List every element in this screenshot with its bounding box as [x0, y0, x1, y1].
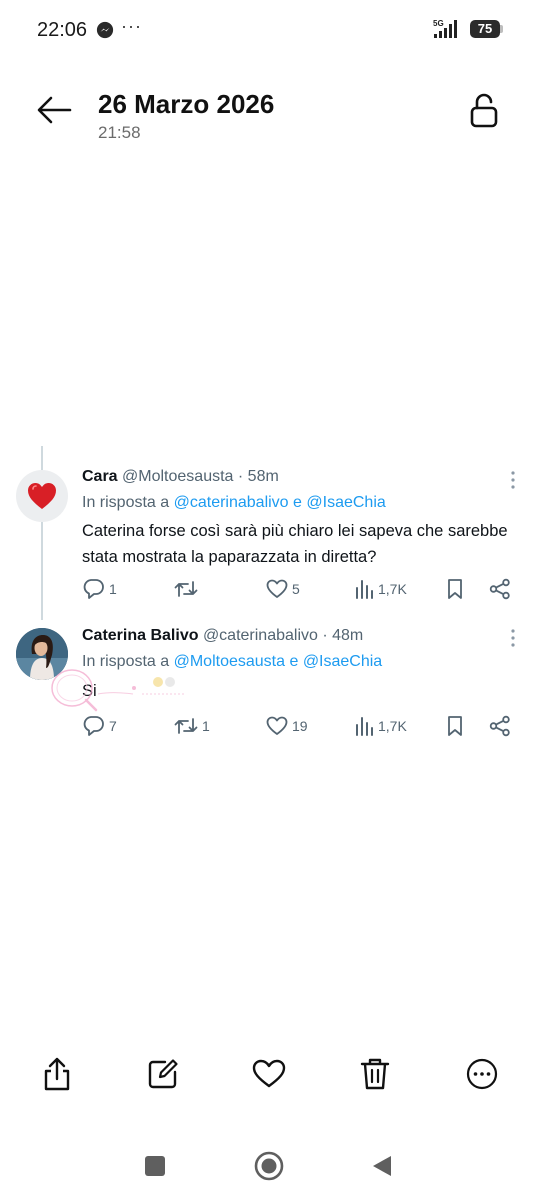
views-chart-icon [356, 580, 373, 599]
share-button[interactable] [488, 576, 512, 602]
nav-back-button[interactable] [364, 1148, 400, 1184]
heart-outline-icon [266, 579, 288, 598]
page-subtitle-time: 21:58 [98, 123, 141, 142]
more-vertical-icon[interactable] [506, 470, 520, 490]
status-bar: 22:06 ··· 5G 75 [0, 0, 539, 60]
mention-link[interactable]: @IsaeChia [306, 494, 385, 511]
reply-icon [83, 579, 104, 599]
views-button[interactable]: 1,7K [354, 576, 407, 602]
recents-button[interactable] [137, 1148, 173, 1184]
mention-link[interactable]: @Moltoesausta [174, 653, 285, 670]
views-button[interactable]: 1,7K [354, 713, 407, 739]
more-vertical-icon[interactable] [506, 628, 520, 648]
retweet-icon [174, 581, 198, 597]
author-name[interactable]: Caterina Balivo [82, 627, 198, 644]
battery-level: 75 [477, 21, 493, 36]
tweet-text: Caterina forse così sarà più chiaro lei … [82, 522, 508, 566]
reply-button[interactable]: 7 [83, 713, 117, 739]
views-count: 1,7K [378, 718, 407, 734]
like-count: 5 [292, 581, 300, 597]
more-circle-icon [466, 1058, 498, 1090]
author-handle[interactable]: @Moltoesausta [122, 468, 233, 485]
author-handle[interactable]: @caterinabalivo [203, 627, 318, 644]
heart-icon [252, 1059, 286, 1088]
mention-link[interactable]: @IsaeChia [303, 653, 382, 670]
retweet-icon [174, 718, 198, 734]
messenger-icon [96, 21, 114, 39]
retweet-button[interactable]: 1 [174, 713, 210, 739]
favorite-button[interactable] [247, 1052, 291, 1096]
share-nodes-icon [489, 578, 510, 600]
recents-square-icon [145, 1156, 165, 1176]
tweet-actions: 1 5 1,7K [0, 576, 539, 602]
bookmark-button[interactable] [445, 713, 465, 739]
unlock-icon [470, 93, 498, 128]
more-button[interactable] [460, 1052, 504, 1096]
lock-button[interactable] [467, 92, 501, 130]
reply-separator: e [288, 494, 307, 511]
bottom-toolbar [0, 1052, 539, 1100]
back-triangle-icon [373, 1156, 391, 1176]
system-navigation-bar [0, 1140, 539, 1190]
back-button[interactable] [34, 92, 74, 128]
edit-button[interactable] [141, 1052, 185, 1096]
reply-separator: e [285, 653, 303, 670]
page-title: 26 Marzo 2026 [98, 89, 275, 119]
tweet-time: · 48m [322, 627, 364, 644]
reply-prefix: In risposta a [82, 494, 174, 511]
like-button[interactable]: 19 [266, 713, 308, 739]
home-circle-icon [254, 1151, 284, 1181]
bookmark-button[interactable] [445, 576, 465, 602]
delete-button[interactable] [353, 1052, 397, 1096]
bookmark-icon [448, 716, 462, 736]
home-button[interactable] [251, 1148, 287, 1184]
tweet-time: · 58m [237, 468, 279, 485]
views-chart-icon [356, 717, 373, 736]
battery-icon: 75 [470, 20, 504, 38]
trash-icon [360, 1058, 390, 1090]
share-icon [44, 1057, 70, 1091]
bookmark-icon [448, 579, 462, 599]
network-label: 5G [433, 19, 444, 28]
reply-button[interactable]: 1 [83, 576, 117, 602]
author-name[interactable]: Cara [82, 468, 118, 485]
status-time: 22:06 [37, 19, 88, 41]
heart-outline-icon [266, 716, 288, 735]
share-nodes-icon [489, 715, 510, 737]
views-count: 1,7K [378, 581, 407, 597]
tweet-actions: 7 1 19 1,7K [0, 713, 539, 739]
heart-emoji-icon [28, 483, 56, 509]
reply-count: 7 [109, 718, 117, 734]
like-count: 19 [292, 718, 308, 734]
reply-count: 1 [109, 581, 117, 597]
retweet-count: 1 [202, 718, 210, 734]
arrow-left-icon [37, 96, 72, 124]
status-more-indicator: ··· [121, 16, 142, 36]
tweet-header: Cara @Moltoesausta · 58m [82, 468, 279, 486]
avatar[interactable] [16, 470, 68, 522]
reply-context: In risposta a @caterinabalivo e @IsaeChi… [82, 494, 386, 512]
edit-icon [148, 1059, 178, 1089]
share-button[interactable] [488, 713, 512, 739]
share-button[interactable] [35, 1052, 79, 1096]
retweet-button[interactable] [174, 576, 202, 602]
mention-link[interactable]: @caterinabalivo [174, 494, 289, 511]
signal-icon: 5G [433, 19, 457, 38]
reply-icon [83, 716, 104, 736]
watermark-logo [51, 669, 184, 712]
tweet-header: Caterina Balivo @caterinabalivo · 48m [82, 627, 363, 645]
like-button[interactable]: 5 [266, 576, 300, 602]
